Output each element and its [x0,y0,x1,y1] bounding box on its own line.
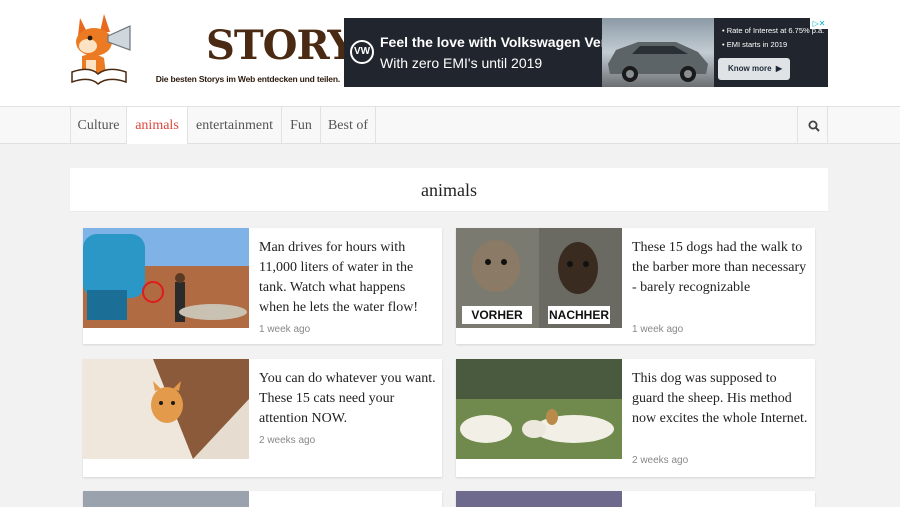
play-arrow-icon: ▶ [775,64,782,73]
article-time: 2 weeks ago [259,435,316,446]
article-thumbnail[interactable] [83,491,249,507]
article-card[interactable]: This dog was supposed to guard the sheep… [456,359,815,477]
nav-item-entertainment[interactable]: entertainment [187,107,281,144]
ad-car-image [602,18,714,87]
article-title[interactable]: These 15 dogs had the walk to the barber… [632,238,810,298]
category-title: animals [70,168,828,212]
article-time: 1 week ago [632,324,684,335]
nav-item-animals[interactable]: animals [126,107,187,144]
article-card[interactable] [456,491,815,507]
nav-item-culture[interactable]: Culture [70,107,126,144]
article-card[interactable] [83,491,442,507]
nav-item-best-of[interactable]: Best of [320,107,376,144]
site-header: STORYFOX Die besten Storys im Web entdec… [0,0,900,106]
site-logo[interactable]: STORYFOX Die besten Storys im Web entdec… [68,8,447,90]
article-thumbnail[interactable]: VORHER NACHHER [456,228,622,328]
search-icon[interactable] [797,107,828,144]
article-thumbnail[interactable] [456,491,622,507]
article-thumbnail[interactable] [83,359,249,459]
ad-headline: Feel the love with Volkswagen Vento. [380,34,627,50]
main-nav: Culture animals entertainment Fun Best o… [0,106,900,144]
ad-close-button[interactable]: ▷✕ [810,18,828,29]
ad-know-more-button[interactable]: Know more ▶ [718,58,790,80]
article-card[interactable]: Man drives for hours with 11,000 liters … [83,228,442,344]
before-label: VORHER [471,308,523,322]
article-thumbnail[interactable] [83,228,249,328]
article-thumbnail[interactable] [456,359,622,459]
article-card[interactable]: VORHER NACHHER These 15 dogs had the wal… [456,228,815,344]
article-time: 1 week ago [259,324,311,335]
ad-subline: With zero EMI's until 2019 [380,55,543,71]
article-title[interactable]: Man drives for hours with 11,000 liters … [259,238,437,318]
article-card[interactable]: You can do whatever you want. These 15 c… [83,359,442,477]
article-title[interactable]: You can do whatever you want. These 15 c… [259,369,437,429]
after-label: NACHHER [549,308,609,322]
ad-banner[interactable]: VW Feel the love with Volkswagen Vento. … [344,18,828,87]
vw-logo: VW [350,40,374,64]
fox-mascot-icon [71,14,131,86]
article-time: 2 weeks ago [632,455,689,466]
article-title[interactable]: This dog was supposed to guard the sheep… [632,369,810,429]
nav-item-fun[interactable]: Fun [281,107,320,144]
ad-info: • Rate of Interest at 6.75% p.a. • EMI s… [722,26,825,49]
site-tagline: Die besten Storys im Web entdecken und t… [155,74,341,84]
